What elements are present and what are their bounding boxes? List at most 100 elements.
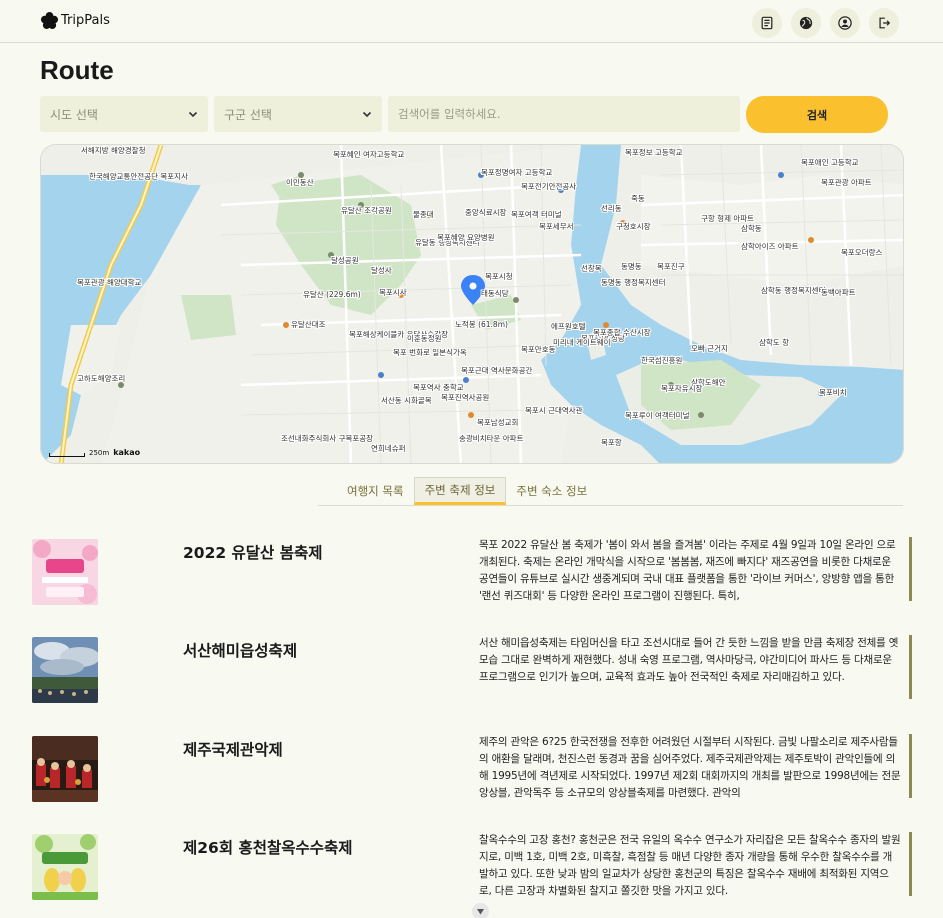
map-place-label[interactable]: 목포관광 해양대학교 bbox=[76, 276, 143, 288]
kakao-map[interactable]: 서해지방 해양경찰청한국해양교통안전공단 목포지사 목포혜인 여자고등학교이민동산… bbox=[40, 144, 904, 464]
festival-description: 서산 해미읍성축제는 타임머신을 타고 조선시대로 들어 간 듯한 느낌을 받을… bbox=[479, 637, 899, 683]
map-place-label[interactable]: 목포애인 고등학교 bbox=[800, 156, 860, 168]
map-place-label[interactable]: 목포진구 bbox=[656, 260, 686, 272]
map-place-label[interactable]: 목포비치 bbox=[818, 387, 848, 398]
map-place-label[interactable]: 동명동 행정복지센터 bbox=[600, 276, 666, 288]
map-canvas[interactable]: 서해지방 해양경찰청한국해양교통안전공단 목포지사 목포혜인 여자고등학교이민동산… bbox=[41, 145, 904, 464]
map-place-label[interactable]: 한국해양교통안전공단 목포지사 bbox=[88, 170, 189, 182]
map-place-label[interactable]: 목포세무서 bbox=[538, 221, 575, 232]
map-place-label[interactable]: 구청호시장 bbox=[615, 220, 652, 232]
tab-divider bbox=[318, 505, 903, 506]
map-place-label[interactable]: 목포시사 bbox=[378, 287, 408, 298]
brand-logo[interactable]: TripPals bbox=[40, 11, 110, 30]
description-scroll-bar[interactable] bbox=[909, 734, 912, 798]
search-button[interactable]: 검색 bbox=[746, 96, 888, 133]
festival-thumbnail[interactable] bbox=[32, 539, 98, 605]
map-place-label[interactable]: 목포남성교회 bbox=[476, 417, 519, 428]
map-place-label[interactable]: 이민동산 bbox=[285, 176, 315, 188]
map-place-label[interactable]: 삼학도 항 bbox=[758, 336, 790, 348]
map-place-label[interactable]: 죽동 bbox=[630, 193, 646, 204]
map-place-label[interactable]: 목포역사 충학교 bbox=[412, 381, 465, 393]
map-place-label[interactable]: 동명동 bbox=[620, 260, 643, 272]
logout-icon bbox=[879, 17, 891, 29]
gugun-select[interactable]: 구군 선택 bbox=[214, 96, 382, 132]
map-place-label[interactable]: 중앙식료시장 bbox=[464, 206, 507, 218]
map-place-label[interactable]: 목포만호동 bbox=[520, 344, 557, 355]
note-button[interactable] bbox=[752, 8, 782, 38]
tab-nearby-lodging[interactable]: 주변 숙소 정보 bbox=[506, 477, 597, 505]
map-place-label[interactable]: 유달산대조 bbox=[290, 318, 327, 330]
brass-band-image bbox=[32, 736, 98, 802]
map-place-label[interactable]: 미리내 게이트웨이 bbox=[552, 336, 612, 348]
map-place-label[interactable]: 목포시청 bbox=[484, 271, 514, 282]
festival-name[interactable]: 2022 유달산 봄축제 bbox=[183, 541, 323, 563]
map-place-label[interactable]: 유달산 (229.6m) bbox=[302, 288, 362, 300]
map-place-label[interactable]: 서해지방 해양경찰청 bbox=[80, 145, 146, 156]
tab-nearby-festivals[interactable]: 주변 축제 정보 bbox=[413, 477, 507, 505]
description-scroll-bar[interactable] bbox=[909, 832, 912, 896]
map-place-label[interactable]: 목포시 근대역사관 bbox=[524, 404, 584, 416]
map-place-label[interactable]: 목포정보 고등학교 bbox=[624, 146, 684, 158]
user-icon bbox=[838, 16, 852, 30]
map-place-label[interactable]: 목포근대 역사문화공간 bbox=[460, 364, 533, 376]
festival-item[interactable]: 2022 유달산 봄축제 목포 2022 유달산 봄 축제가 '봄이 와서 봄을… bbox=[0, 525, 943, 605]
map-place-label[interactable]: 동백아파트 bbox=[820, 286, 857, 298]
festival-name[interactable]: 서산해미읍성축제 bbox=[183, 639, 297, 661]
festival-name[interactable]: 제26회 홍천찰옥수수축제 bbox=[183, 836, 353, 858]
description-scroll-bar[interactable] bbox=[909, 635, 912, 699]
map-place-label[interactable]: 목포혜인 여자고등학교 bbox=[332, 148, 405, 160]
map-place-label[interactable]: 구항 형제 아파트 bbox=[700, 212, 755, 224]
map-place-label[interactable]: 목포종합 수산시장 bbox=[592, 326, 652, 338]
festival-item[interactable]: 제주국제관악제 제주의 관악은 6?25 한국전쟁을 전후한 어려웠던 시절부터… bbox=[0, 722, 943, 802]
globe-button[interactable] bbox=[791, 8, 821, 38]
festival-thumbnail[interactable] bbox=[32, 637, 98, 703]
map-place-label[interactable]: 선창목 bbox=[580, 263, 603, 274]
map-place-label[interactable]: 유달산 조각공원 bbox=[340, 204, 393, 216]
map-place-label[interactable]: 송광비치타운 아파트 bbox=[458, 432, 525, 444]
map-place-label[interactable]: 목포루이 여객터미널 bbox=[624, 409, 691, 421]
scroll-down-button[interactable] bbox=[472, 903, 489, 918]
map-place-label[interactable]: 연희네슈퍼 bbox=[370, 442, 407, 454]
keyword-input[interactable] bbox=[388, 96, 740, 132]
map-place-label[interactable]: 오빠 근거지 bbox=[690, 342, 729, 354]
profile-button[interactable] bbox=[830, 8, 860, 38]
map-place-label[interactable]: 삼학동 행정복지센터 bbox=[760, 284, 826, 296]
gugun-select-label: 구군 선택 bbox=[224, 107, 272, 122]
logout-button[interactable] bbox=[869, 8, 899, 38]
map-place-label[interactable]: 고하도해양조리 bbox=[76, 372, 126, 384]
map-place-label[interactable]: 목포오더랑스 bbox=[840, 247, 883, 258]
tab-destinations[interactable]: 여행지 목록 bbox=[337, 477, 414, 505]
map-place-label[interactable]: 에프원호텔 bbox=[550, 321, 587, 332]
map-place-label[interactable]: 목포자유시장 bbox=[660, 382, 703, 394]
map-place-label[interactable]: 태동식당 bbox=[480, 287, 510, 299]
map-place-label[interactable]: 목포관광 아파트 bbox=[820, 176, 873, 188]
map-place-label[interactable]: 목포항 bbox=[600, 437, 623, 448]
map-place-label[interactable]: 목포진역사공원 bbox=[440, 391, 490, 403]
map-place-label[interactable]: 선리동 bbox=[600, 203, 623, 214]
map-place-label[interactable]: 이훈동정원 bbox=[406, 332, 443, 344]
map-place-label[interactable]: 한국섬진흥원 bbox=[640, 354, 683, 366]
map-place-label[interactable]: 목포여객 터미널 bbox=[510, 208, 563, 220]
festival-name[interactable]: 제주국제관악제 bbox=[183, 738, 283, 760]
castle-crowd-image bbox=[32, 637, 98, 703]
map-place-label[interactable]: 달성사 bbox=[370, 265, 393, 276]
description-scroll-bar[interactable] bbox=[909, 537, 912, 601]
map-place-label[interactable]: 목포 번화로 일본식가옥 bbox=[392, 347, 468, 358]
flower-logo-icon bbox=[40, 11, 59, 30]
festival-item[interactable]: 제26회 홍천찰옥수수축제 찰옥수수의 고장 홍천? 홍천군은 전국 유일의 옥… bbox=[0, 820, 943, 900]
map-place-label[interactable]: 목포정명여자 고등학교 bbox=[480, 166, 553, 178]
map-place-label[interactable]: 달성공원 bbox=[330, 255, 360, 266]
festival-item[interactable]: 서산해미읍성축제 서산 해미읍성축제는 타임머신을 타고 조선시대로 들어 간 … bbox=[0, 623, 943, 703]
map-place-label[interactable]: 물종대 bbox=[412, 209, 435, 220]
map-place-label[interactable]: 노적봉 (61.8m) bbox=[454, 318, 509, 330]
festival-thumbnail[interactable] bbox=[32, 834, 98, 900]
map-place-label[interactable]: 삼학아이즈 아파트 bbox=[740, 240, 800, 252]
map-place-label[interactable]: 서산동 시화골목 bbox=[380, 394, 433, 406]
spring-poster-image bbox=[32, 539, 98, 605]
map-place-label[interactable]: 조선내화주식회사 구목포공장 bbox=[280, 432, 374, 444]
sido-select[interactable]: 시도 선택 bbox=[40, 96, 208, 132]
map-place-label[interactable]: 목포전기안전공사 bbox=[520, 180, 577, 192]
map-place-label[interactable]: 목포혜양 요양병원 bbox=[436, 232, 496, 243]
festival-thumbnail[interactable] bbox=[32, 736, 98, 802]
map-place-label[interactable]: 삼학동 bbox=[740, 222, 763, 234]
